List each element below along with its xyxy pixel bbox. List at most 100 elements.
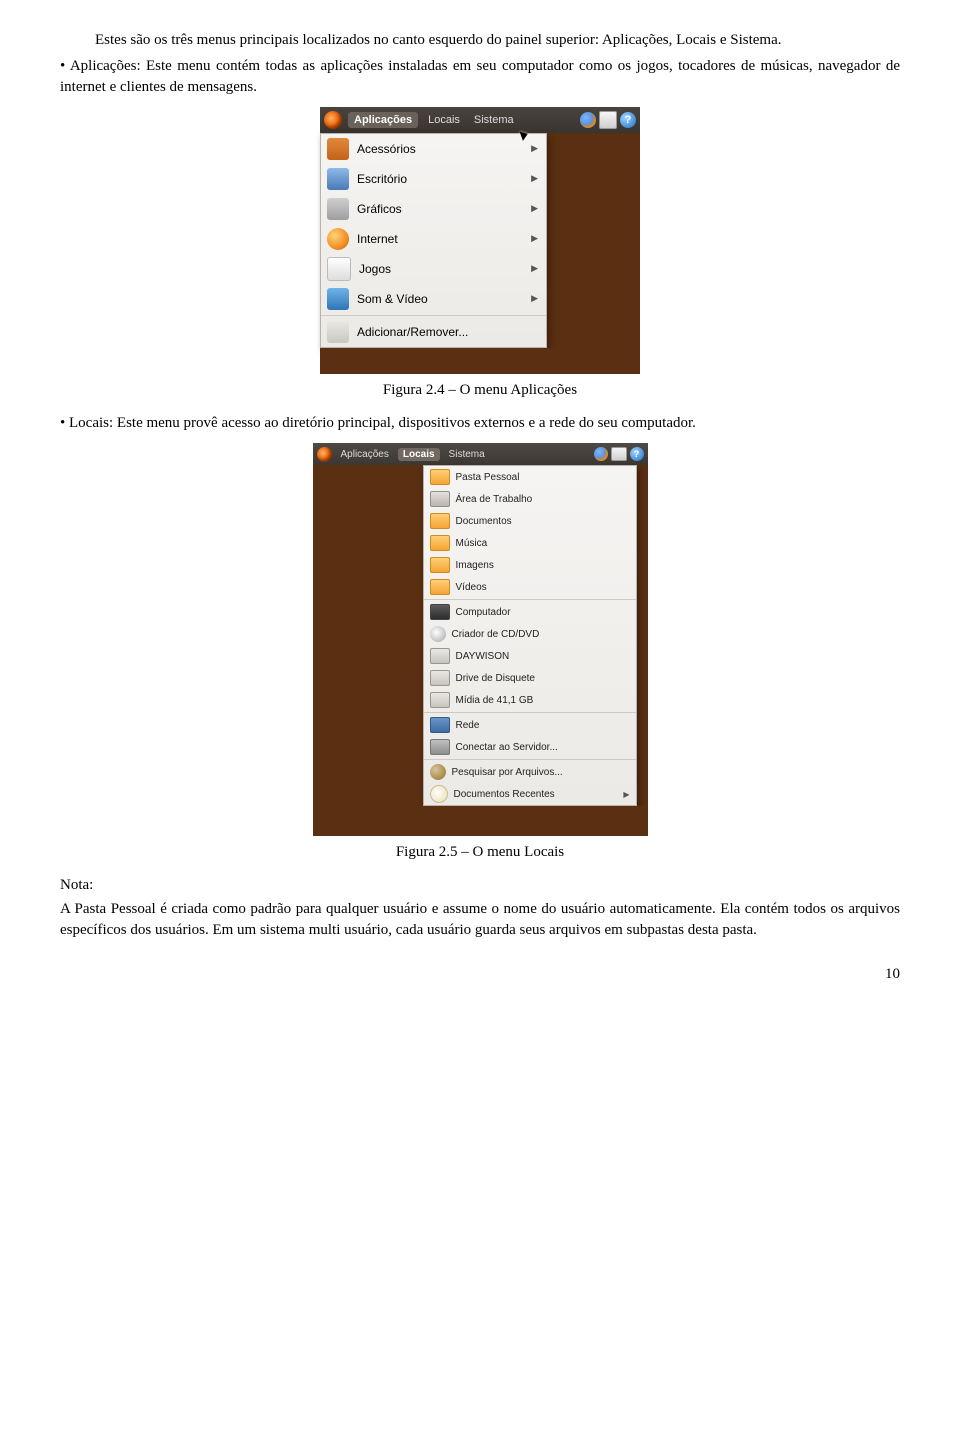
figure-locais: Aplicações Locais Sistema ? Pasta Pessoa… — [60, 443, 900, 861]
menu-item-label: Computador — [456, 607, 511, 618]
desktop-background — [320, 348, 640, 374]
menu-item-label: Jogos — [359, 262, 391, 276]
menu-item-adicionar-remover[interactable]: Adicionar/Remover... — [321, 317, 546, 347]
menu-item-label: Gráficos — [357, 202, 402, 216]
menu-item-jogos[interactable]: Jogos ▶ — [321, 254, 546, 284]
menu-aplicacoes-popup: Acessórios ▶ Escritório ▶ Gráficos ▶ Int… — [320, 133, 547, 348]
paragraph-intro: Estes são os três menus principais local… — [60, 30, 900, 50]
menu-item-label: Adicionar/Remover... — [357, 325, 468, 339]
menu-item-rede[interactable]: Rede — [424, 714, 636, 736]
menu-item-pasta-pessoal[interactable]: Pasta Pessoal — [424, 466, 636, 488]
submenu-arrow-icon: ▶ — [623, 790, 629, 799]
menu-separator — [321, 315, 546, 316]
panel-menu-locais[interactable]: Locais — [398, 448, 440, 461]
menu-item-label: Música — [456, 538, 488, 549]
accessories-icon — [327, 138, 349, 160]
panel-menu-locais[interactable]: Locais — [424, 114, 464, 126]
menu-item-conectar-servidor[interactable]: Conectar ao Servidor... — [424, 736, 636, 758]
desktop-icon — [430, 491, 450, 507]
figure-aplicacoes: Aplicações Locais Sistema ? Acessórios ▶… — [60, 107, 900, 399]
menu-item-internet[interactable]: Internet ▶ — [321, 224, 546, 254]
menu-item-label: Vídeos — [456, 582, 487, 593]
folder-icon — [430, 469, 450, 485]
menu-item-graficos[interactable]: Gráficos ▶ — [321, 194, 546, 224]
menu-item-disquete[interactable]: Drive de Disquete — [424, 667, 636, 689]
search-icon — [430, 764, 446, 780]
menu-item-midia[interactable]: Mídia de 41,1 GB — [424, 689, 636, 711]
computer-icon — [430, 604, 450, 620]
menu-item-label: Criador de CD/DVD — [452, 629, 540, 640]
page-number: 10 — [60, 966, 900, 983]
menu-item-label: Som & Vídeo — [357, 292, 428, 306]
drive-icon — [430, 648, 450, 664]
add-remove-icon — [327, 321, 349, 343]
menu-item-criador-cd-dvd[interactable]: Criador de CD/DVD — [424, 623, 636, 645]
submenu-arrow-icon: ▶ — [531, 263, 538, 274]
folder-icon — [430, 557, 450, 573]
menu-locais-popup: Pasta Pessoal Área de Trabalho Documento… — [423, 465, 637, 806]
menu-item-label: DAYWISON — [456, 651, 510, 662]
firefox-icon[interactable] — [594, 447, 608, 461]
submenu-arrow-icon: ▶ — [531, 293, 538, 304]
floppy-icon — [430, 670, 450, 686]
menu-item-area-trabalho[interactable]: Área de Trabalho — [424, 488, 636, 510]
panel-menu-aplicacoes[interactable]: Aplicações — [338, 449, 392, 460]
ubuntu-logo-icon — [324, 111, 342, 129]
menu-item-label: Drive de Disquete — [456, 673, 535, 684]
submenu-arrow-icon: ▶ — [531, 203, 538, 214]
menu-item-label: Acessórios — [357, 142, 416, 156]
folder-icon — [430, 579, 450, 595]
menu-separator — [424, 712, 636, 713]
screenshot-aplicacoes: Aplicações Locais Sistema ? Acessórios ▶… — [320, 107, 640, 374]
menu-item-imagens[interactable]: Imagens — [424, 554, 636, 576]
ubuntu-logo-icon — [317, 447, 332, 462]
menu-item-label: Internet — [357, 232, 398, 246]
menu-separator — [424, 599, 636, 600]
menu-item-acessorios[interactable]: Acessórios ▶ — [321, 134, 546, 164]
menu-item-label: Escritório — [357, 172, 407, 186]
menu-item-computador[interactable]: Computador — [424, 601, 636, 623]
panel-menu-aplicacoes[interactable]: Aplicações — [348, 112, 418, 128]
menu-item-label: Pesquisar por Arquivos... — [452, 767, 563, 778]
submenu-arrow-icon: ▶ — [531, 143, 538, 154]
menu-item-daywison[interactable]: DAYWISON — [424, 645, 636, 667]
folder-icon — [430, 513, 450, 529]
menu-item-somvideo[interactable]: Som & Vídeo ▶ — [321, 284, 546, 314]
bullet-locais: • Locais: Este menu provê acesso ao dire… — [60, 413, 900, 433]
mail-icon[interactable] — [611, 447, 627, 461]
menu-item-escritorio[interactable]: Escritório ▶ — [321, 164, 546, 194]
graphics-icon — [327, 198, 349, 220]
menu-item-videos[interactable]: Vídeos — [424, 576, 636, 598]
sound-video-icon — [327, 288, 349, 310]
server-icon — [430, 739, 450, 755]
note-label: Nota: — [60, 875, 900, 895]
network-icon — [430, 717, 450, 733]
disc-icon — [430, 626, 446, 642]
help-icon[interactable]: ? — [630, 447, 644, 461]
games-icon — [327, 257, 351, 281]
submenu-arrow-icon: ▶ — [531, 233, 538, 244]
help-icon[interactable]: ? — [620, 112, 636, 128]
menu-item-label: Rede — [456, 720, 480, 731]
gnome-panel: Aplicações Locais Sistema ? — [320, 107, 640, 133]
menu-item-documentos-recentes[interactable]: Documentos Recentes▶ — [424, 783, 636, 805]
mail-icon[interactable] — [599, 111, 617, 129]
firefox-icon[interactable] — [580, 112, 596, 128]
gnome-panel: Aplicações Locais Sistema ? — [313, 443, 648, 465]
panel-menu-sistema[interactable]: Sistema — [446, 449, 488, 460]
menu-item-label: Pasta Pessoal — [456, 472, 520, 483]
folder-icon — [430, 535, 450, 551]
menu-separator — [424, 759, 636, 760]
recent-icon — [430, 785, 448, 803]
internet-icon — [327, 228, 349, 250]
menu-item-musica[interactable]: Música — [424, 532, 636, 554]
menu-item-pesquisar[interactable]: Pesquisar por Arquivos... — [424, 761, 636, 783]
office-icon — [327, 168, 349, 190]
bullet-aplicacoes: • Aplicações: Este menu contém todas as … — [60, 56, 900, 97]
panel-menu-sistema[interactable]: Sistema — [470, 114, 518, 126]
menu-item-label: Conectar ao Servidor... — [456, 742, 558, 753]
menu-item-documentos[interactable]: Documentos — [424, 510, 636, 532]
menu-item-label: Documentos — [456, 516, 512, 527]
submenu-arrow-icon: ▶ — [531, 173, 538, 184]
note-paragraph: A Pasta Pessoal é criada como padrão par… — [60, 899, 900, 940]
